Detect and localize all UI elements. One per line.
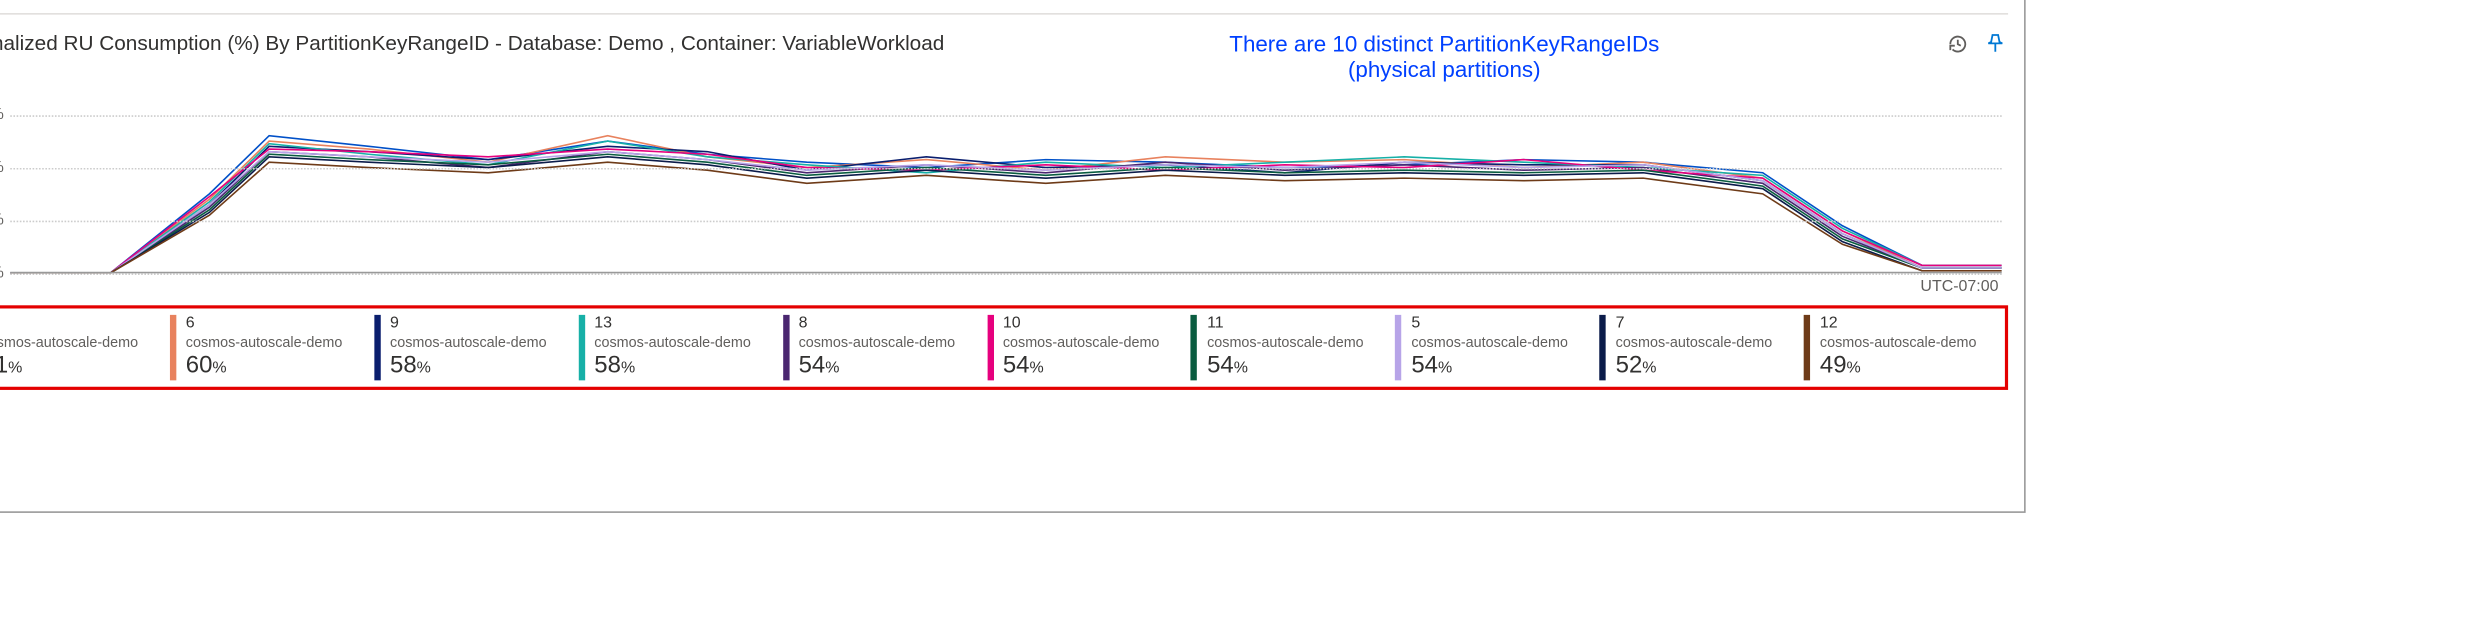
legend-series-source: cosmos-autoscale-demo — [1003, 334, 1160, 351]
pin-icon — [1984, 32, 2006, 54]
y-axis-tick: 60% — [0, 106, 4, 124]
legend-series-source: cosmos-autoscale-demo — [1207, 334, 1364, 351]
legend-series-id: 8 — [799, 315, 956, 334]
legend-swatch — [1191, 315, 1197, 380]
y-axis-tick: 40% — [0, 159, 4, 177]
legend-series-source: cosmos-autoscale-demo — [799, 334, 956, 351]
history-icon — [1945, 31, 1969, 55]
legend-series-value: 58 — [594, 351, 621, 378]
legend-series-id: 11 — [1207, 315, 1364, 334]
legend-swatch — [783, 315, 789, 380]
legend-item[interactable]: 7 cosmos-autoscale-demo 52% — [1600, 315, 1791, 380]
legend-series-value: 61 — [0, 351, 8, 378]
legend-series-id: 9 — [390, 315, 547, 334]
legend-series-id: 7 — [1616, 315, 1773, 334]
y-axis-tick: 0% — [0, 265, 4, 283]
chart-annotation: There are 10 distinct PartitionKeyRangeI… — [964, 31, 1926, 82]
legend-series-value: 54 — [1003, 351, 1030, 378]
legend-item[interactable]: 5 cosmos-autoscale-demo 54% — [1395, 315, 1586, 380]
legend-series-value: 49 — [1820, 351, 1847, 378]
legend-series-id: 12 — [1820, 315, 1977, 334]
legend-item[interactable]: 9 cosmos-autoscale-demo 58% — [374, 315, 565, 380]
legend-item[interactable]: 11 cosmos-autoscale-demo 54% — [1191, 315, 1382, 380]
legend-swatch — [987, 315, 993, 380]
legend-series-source: cosmos-autoscale-demo — [390, 334, 547, 351]
chart-timezone: UTC-07:00 — [1920, 278, 1998, 296]
legend-series-value: 54 — [799, 351, 826, 378]
legend-series-source: cosmos-autoscale-demo — [594, 334, 751, 351]
chart-title: Normalized RU Consumption (%) By Partiti… — [0, 31, 944, 55]
legend-series-value: 60 — [186, 351, 213, 378]
legend-series-id: 6 — [186, 315, 343, 334]
legend-series-value: 54 — [1411, 351, 1438, 378]
toolbar: Workbooks Customize Auto refresh: Off — [0, 0, 2008, 15]
legend-swatch — [1804, 315, 1810, 380]
y-axis-tick: 20% — [0, 212, 4, 230]
chart-pin-button[interactable] — [1983, 31, 2009, 57]
legend-series-id: 13 — [594, 315, 751, 334]
chart-history-button[interactable] — [1944, 31, 1970, 57]
legend-item[interactable]: 13 cosmos-autoscale-demo 58% — [578, 315, 769, 380]
legend-swatch — [170, 315, 176, 380]
legend-series-id: 5 — [1411, 315, 1568, 334]
legend-series-source: cosmos-autoscale-demo — [1411, 334, 1568, 351]
legend-swatch — [374, 315, 380, 380]
legend-swatch — [1600, 315, 1606, 380]
legend-swatch — [578, 315, 584, 380]
legend-item[interactable]: 6 cosmos-autoscale-demo 60% — [170, 315, 361, 380]
legend-item[interactable]: 14 cosmos-autoscale-demo 61% — [0, 315, 157, 380]
legend-series-value: 52 — [1616, 351, 1643, 378]
legend-series-source: cosmos-autoscale-demo — [0, 334, 138, 351]
legend-series-id: 10 — [1003, 315, 1160, 334]
legend-series-id: 14 — [0, 315, 138, 334]
legend-swatch — [1395, 315, 1401, 380]
chart-plot[interactable]: 0% 20% 40% 60% UTC-07:00 — [0, 88, 2008, 296]
legend-item[interactable]: 10 cosmos-autoscale-demo 54% — [987, 315, 1178, 380]
legend-item[interactable]: 8 cosmos-autoscale-demo 54% — [783, 315, 974, 380]
legend-series-value: 54 — [1207, 351, 1234, 378]
chart-legend: 14 cosmos-autoscale-demo 61% 6 cosmos-au… — [0, 315, 1995, 380]
legend-series-value: 58 — [390, 351, 417, 378]
legend-series-source: cosmos-autoscale-demo — [1616, 334, 1773, 351]
legend-series-source: cosmos-autoscale-demo — [1820, 334, 1977, 351]
legend-series-source: cosmos-autoscale-demo — [186, 334, 343, 351]
legend-item[interactable]: 12 cosmos-autoscale-demo 49% — [1804, 315, 1995, 380]
